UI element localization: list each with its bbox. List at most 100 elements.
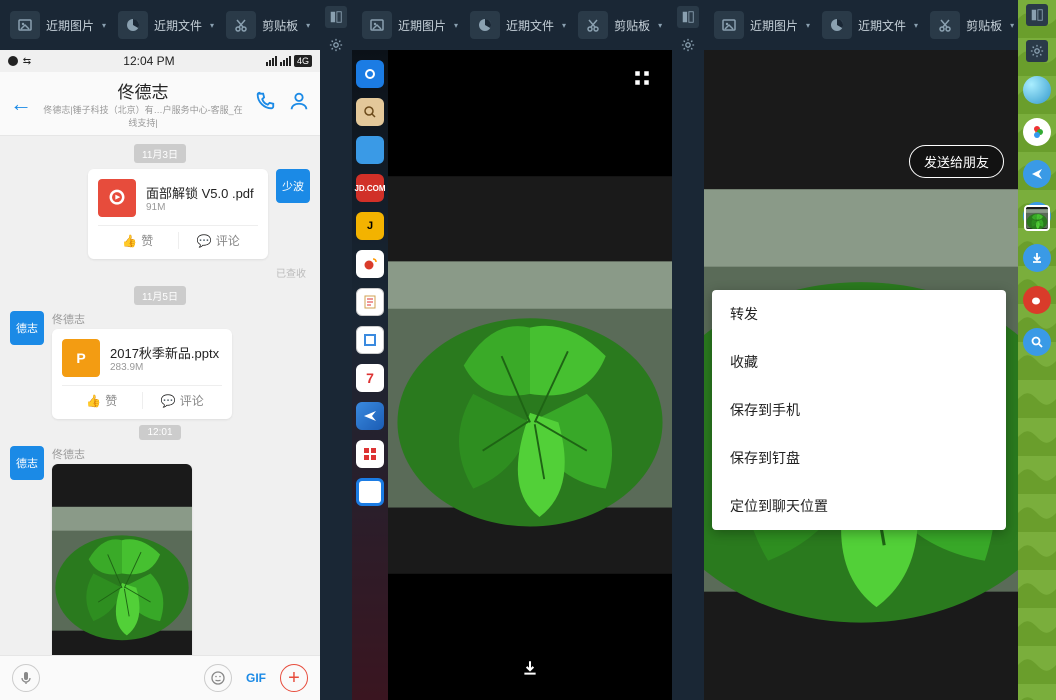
dock-weibo-icon[interactable] [356, 250, 384, 278]
dock-share-icon[interactable] [1023, 160, 1051, 188]
scissors-icon [226, 11, 256, 39]
image-viewer[interactable] [388, 50, 672, 700]
file-size: 283.9M [110, 362, 219, 373]
menu-save-dingpan[interactable]: 保存到钉盘 [712, 434, 1006, 482]
send-to-friend-button[interactable]: 发送给朋友 [909, 145, 1004, 178]
topbar-recent-images[interactable]: 近期图片▾ [714, 11, 810, 39]
sender-name: 佟德志 [52, 311, 232, 327]
thumb-icon: 👍 [122, 234, 137, 248]
gear-icon[interactable] [677, 34, 699, 56]
gif-button[interactable]: GIF [242, 664, 270, 692]
dock-toggle-icon[interactable] [1026, 4, 1048, 26]
dock-jd-icon[interactable]: JD.COM [356, 174, 384, 202]
gear-icon[interactable] [1026, 40, 1048, 62]
pie-icon [822, 11, 852, 39]
topbar-recent-images[interactable]: 近期图片 ▾ [10, 11, 106, 39]
dock-balloon-icon[interactable] [1023, 76, 1051, 104]
dock-search-icon[interactable] [356, 98, 384, 126]
menu-forward[interactable]: 转发 [712, 290, 1006, 338]
topbar-clipboard[interactable]: 剪贴板▾ [578, 11, 662, 39]
pdf-icon [98, 179, 136, 217]
image-icon [362, 11, 392, 39]
topbar-recent-files[interactable]: 近期文件▾ [470, 11, 566, 39]
grid-toggle-icon[interactable] [624, 60, 660, 96]
dock-weibo-icon[interactable] [1023, 286, 1051, 314]
side-dock: JD.COM J 7 [352, 50, 388, 700]
gear-icon[interactable] [325, 34, 347, 56]
chat-body[interactable]: 11月3日 面部解锁 V5.0 .pdf 91M 👍赞 [0, 136, 320, 655]
panel-chat: 近期图片▾ 近期文件▾ 剪贴板▾ ⇆ 12:04 PM 4G ← 佟德志 [0, 0, 352, 700]
like-button[interactable]: 👍赞 [98, 232, 179, 249]
date-chip: 12:01 [139, 425, 180, 440]
dock-notes-icon[interactable] [356, 288, 384, 316]
avatar[interactable]: 德志 [10, 446, 44, 480]
avatar[interactable]: 少波 [276, 169, 310, 203]
voice-icon[interactable] [12, 664, 40, 692]
topbar-label: 近期图片 [46, 17, 94, 34]
image-thumbnail[interactable] [1024, 205, 1050, 231]
dock-send-icon[interactable] [356, 402, 384, 430]
dock-search-icon[interactable] [1023, 328, 1051, 356]
avatar[interactable]: 德志 [10, 311, 44, 345]
menu-locate-chat[interactable]: 定位到聊天位置 [712, 482, 1006, 530]
scissors-icon [930, 11, 960, 39]
file-card[interactable]: 面部解锁 V5.0 .pdf 91M 👍赞 💬评论 [88, 169, 268, 259]
chevron-down-icon: ▾ [306, 21, 310, 30]
topbar-clipboard[interactable]: 剪贴板▾ [226, 11, 310, 39]
signal-icon [266, 56, 277, 66]
back-icon[interactable]: ← [10, 91, 32, 117]
comment-icon: 💬 [197, 234, 212, 248]
topbar-label: 近期文件 [154, 17, 202, 34]
file-name: 2017秋季新品.pptx [110, 343, 219, 362]
download-icon[interactable] [512, 650, 548, 686]
topbar: 近期图片▾ 近期文件▾ 剪贴板▾ [352, 0, 704, 50]
chevron-down-icon: ▾ [658, 21, 662, 30]
dock-browser-icon[interactable] [356, 478, 384, 506]
contact-name: 佟德志 [40, 78, 246, 103]
contact-subtitle: 佟德志|锤子科技（北京）有…户服务中心-客服_在线支持| [40, 103, 246, 129]
dock-toggle-icon[interactable] [325, 6, 347, 28]
dock-toggle-icon[interactable] [677, 6, 699, 28]
chevron-down-icon: ▾ [806, 21, 810, 30]
pie-icon [118, 11, 148, 39]
message-in: 德志 佟德志 P 2017秋季新品.pptx 283.9M 👍赞 [10, 311, 310, 419]
topbar-clipboard[interactable]: 剪贴板▾ [930, 11, 1014, 39]
chevron-down-icon: ▾ [210, 21, 214, 30]
ppt-icon: P [62, 339, 100, 377]
comment-button[interactable]: 💬评论 [179, 232, 259, 249]
right-bar [672, 0, 704, 700]
menu-save-phone[interactable]: 保存到手机 [712, 386, 1006, 434]
dock-calendar-icon[interactable]: 7 [356, 364, 384, 392]
dock-stamp-icon[interactable] [356, 326, 384, 354]
topbar-recent-images[interactable]: 近期图片▾ [362, 11, 458, 39]
date-chip: 11月5日 [134, 286, 186, 305]
right-bar [1018, 0, 1056, 700]
dock-download-icon[interactable] [1023, 244, 1051, 272]
dock-app-icon[interactable]: J [356, 212, 384, 240]
net-badge: 4G [294, 55, 312, 67]
topbar-recent-files[interactable]: 近期文件 ▾ [118, 11, 214, 39]
sender-name: 佟德志 [52, 446, 192, 462]
image-message[interactable] [52, 464, 192, 655]
dock-grid-icon[interactable] [356, 440, 384, 468]
topbar-recent-files[interactable]: 近期文件▾ [822, 11, 918, 39]
comment-button[interactable]: 💬评论 [143, 392, 223, 409]
emoji-icon[interactable] [204, 664, 232, 692]
like-button[interactable]: 👍赞 [62, 392, 143, 409]
image-icon [10, 11, 40, 39]
phone-icon[interactable] [254, 90, 276, 117]
topbar: 近期图片▾ 近期文件▾ 剪贴板▾ [704, 0, 1056, 50]
status-time: 12:04 PM [123, 54, 174, 68]
image-icon [714, 11, 744, 39]
message-out: 面部解锁 V5.0 .pdf 91M 👍赞 💬评论 少波 [10, 169, 310, 259]
profile-icon[interactable] [288, 90, 310, 117]
menu-favorite[interactable]: 收藏 [712, 338, 1006, 386]
scissors-icon [578, 11, 608, 39]
plus-icon[interactable]: + [280, 664, 308, 692]
dock-app-icon[interactable] [356, 60, 384, 88]
file-card[interactable]: P 2017秋季新品.pptx 283.9M 👍赞 💬评论 [52, 329, 232, 419]
dock-app-icon[interactable] [356, 136, 384, 164]
chevron-down-icon: ▾ [102, 21, 106, 30]
topbar: 近期图片 ▾ 近期文件 ▾ 剪贴板▾ [0, 0, 352, 50]
dock-photos-icon[interactable] [1023, 118, 1051, 146]
